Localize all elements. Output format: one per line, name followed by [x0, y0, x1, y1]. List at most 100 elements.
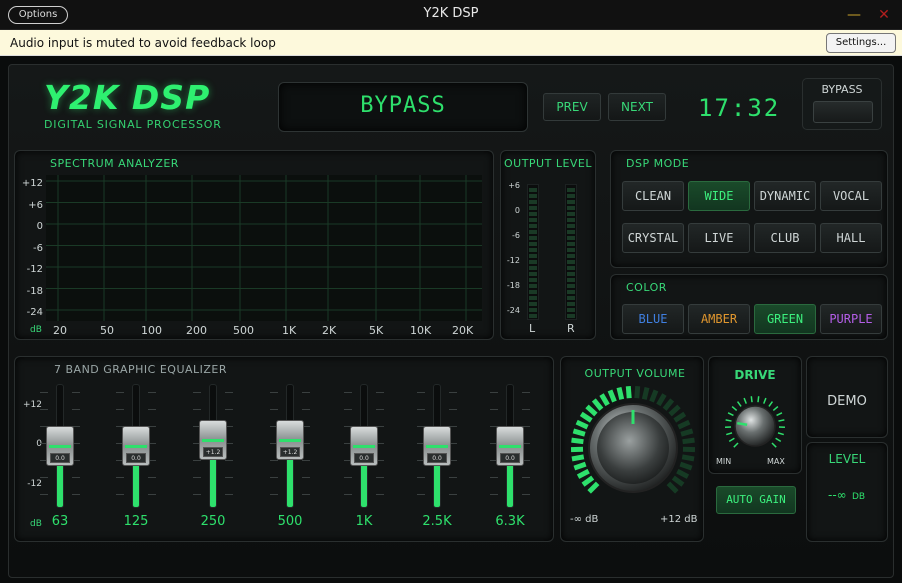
spectrum-db-label: dB: [30, 325, 42, 335]
bypass-button[interactable]: [813, 101, 873, 123]
mode-button-vocal[interactable]: VOCAL: [820, 181, 882, 211]
eq-slider-thumb[interactable]: 0.0: [496, 426, 524, 466]
spectrum-x-tick: 50: [100, 324, 114, 337]
volume-segment: [573, 461, 587, 471]
eq-slider-thumb[interactable]: 0.0: [46, 426, 74, 466]
volume-segment: [662, 398, 675, 411]
spectrum-y-tick: 0: [36, 221, 43, 232]
drive-knob[interactable]: [718, 392, 792, 458]
meter-segment: [529, 308, 537, 312]
color-button-blue[interactable]: BLUE: [622, 304, 684, 334]
volume-segment: [668, 404, 681, 417]
meter-segment: [567, 308, 575, 312]
eq-thumb-indicator: [49, 445, 71, 448]
volume-segment: [666, 481, 679, 494]
eq-tick-mark: [449, 477, 457, 478]
level-y-tick: +6: [508, 181, 520, 190]
level-title: LEVEL: [828, 452, 866, 466]
output-volume-knob[interactable]: [566, 382, 700, 502]
bypass-panel: BYPASS: [802, 78, 882, 130]
meter-segment: [529, 296, 537, 300]
meter-segment: [529, 272, 537, 276]
minimize-icon[interactable]: —: [846, 2, 862, 28]
spectrum-title: SPECTRUM ANALYZER: [50, 157, 179, 170]
eq-tick-mark: [302, 460, 310, 461]
mode-button-hall[interactable]: HALL: [820, 223, 882, 253]
eq-tick-mark: [40, 409, 48, 410]
volume-segment: [682, 437, 695, 445]
drive-tick: [778, 419, 785, 422]
level-y-tick: -24: [506, 306, 520, 315]
eq-slider-thumb[interactable]: +1.2: [199, 419, 227, 460]
mode-button-club[interactable]: CLUB: [754, 223, 816, 253]
auto-gain-button[interactable]: AUTO GAIN: [716, 486, 796, 514]
prev-button[interactable]: PREV: [543, 93, 601, 121]
meter-segment: [567, 194, 575, 198]
mode-button-live[interactable]: LIVE: [688, 223, 750, 253]
eq-slider-thumb[interactable]: +1.2: [276, 419, 304, 460]
meter-segment: [529, 314, 537, 318]
eq-tick-mark: [417, 392, 425, 393]
eq-tick-mark: [193, 477, 201, 478]
mode-button-crystal[interactable]: CRYSTAL: [622, 223, 684, 253]
drive-tick: [731, 406, 738, 412]
drive-tick: [763, 397, 767, 404]
volume-segment: [616, 387, 625, 400]
meter-segment: [567, 296, 575, 300]
eq-y-tick: 0: [36, 439, 42, 449]
eq-slider-thumb[interactable]: 0.0: [423, 426, 451, 466]
next-button[interactable]: NEXT: [608, 93, 666, 121]
drive-max-label: MAX: [767, 457, 785, 466]
color-button-purple[interactable]: PURPLE: [820, 304, 882, 334]
eq-tick-mark: [116, 409, 124, 410]
volume-segment: [676, 468, 690, 479]
spectrum-y-tick: +6: [28, 199, 43, 211]
spectrum-x-tick: 20K: [452, 324, 474, 337]
color-title: COLOR: [626, 281, 667, 294]
eq-slider-thumb[interactable]: 0.0: [122, 426, 150, 466]
eq-tick-mark: [490, 477, 498, 478]
mode-button-wide[interactable]: WIDE: [688, 181, 750, 211]
eq-band-value: 0.0: [126, 453, 146, 463]
color-button-amber[interactable]: AMBER: [688, 304, 750, 334]
spectrum-y-tick: -18: [26, 285, 43, 297]
eq-band-value: 0.0: [500, 453, 520, 463]
spectrum-x-tick: 20: [53, 324, 67, 337]
level-y-tick: -18: [506, 281, 520, 290]
level-y-tick: -12: [506, 256, 520, 265]
spectrum-x-tick: 200: [186, 324, 207, 337]
eq-tick-mark: [270, 460, 278, 461]
eq-tick-mark: [522, 477, 530, 478]
drive-tick: [776, 412, 783, 417]
eq-tick-mark: [148, 477, 156, 478]
eq-tick-mark: [40, 392, 48, 393]
eq-tick-mark: [449, 392, 457, 393]
volume-segment: [579, 411, 593, 423]
output-volume-title: OUTPUT VOLUME: [584, 367, 686, 380]
eq-slider-thumb[interactable]: 0.0: [350, 426, 378, 466]
eq-tick-mark: [193, 409, 201, 410]
eq-band-frequency: 250: [200, 514, 226, 529]
close-icon[interactable]: ✕: [876, 2, 892, 28]
eq-tick-mark: [344, 494, 352, 495]
mode-button-dynamic[interactable]: DYNAMIC: [754, 181, 816, 211]
eq-band-frequency: 2.5K: [422, 514, 452, 529]
drive-tick: [728, 437, 735, 443]
eq-tick-mark: [417, 477, 425, 478]
eq-band-value: +1.2: [203, 446, 223, 457]
mode-button-clean[interactable]: CLEAN: [622, 181, 684, 211]
logo-subtitle: DIGITAL SIGNAL PROCESSOR: [44, 118, 222, 131]
volume-segment: [677, 419, 691, 430]
eq-tick-mark: [376, 494, 384, 495]
drive-tick: [772, 406, 779, 412]
spectrum-x-tick: 500: [233, 324, 254, 337]
settings-button[interactable]: Settings...: [826, 33, 896, 53]
meter-segment: [567, 290, 575, 294]
volume-segment: [576, 468, 590, 479]
color-button-green[interactable]: GREEN: [754, 304, 816, 334]
eq-tick-mark: [302, 477, 310, 478]
notification-text: Audio input is muted to avoid feedback l…: [10, 36, 276, 50]
eq-band-value: +1.2: [280, 446, 300, 457]
eq-thumb-indicator: [499, 445, 521, 448]
eq-tick-mark: [225, 409, 233, 410]
